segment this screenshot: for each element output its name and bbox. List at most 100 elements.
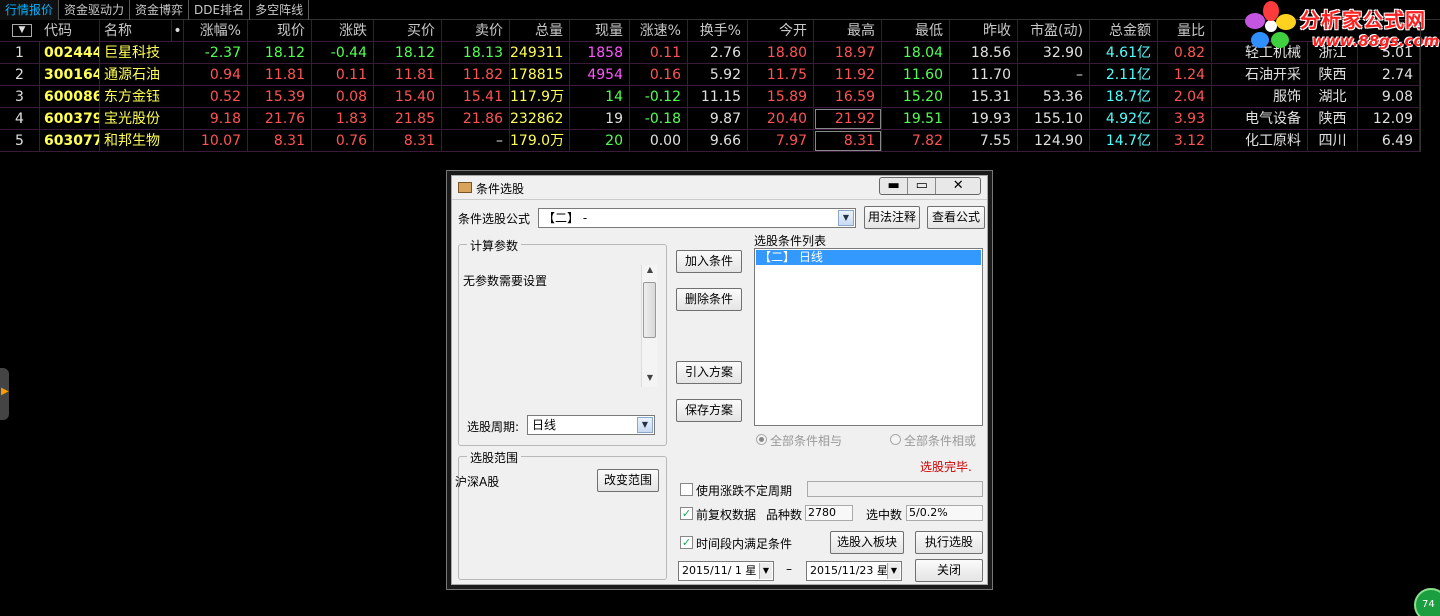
cell-pe: 155.10: [1018, 108, 1090, 130]
tab-long-short[interactable]: 多空阵线: [250, 0, 310, 20]
table-header: ▼ 代码 名称 • 涨幅% 现价 涨跌 买价 卖价 总量 现量 涨速% 换手% …: [0, 20, 1420, 42]
cell-region: 陕西: [1308, 108, 1358, 130]
cell-chg-pct: 10.07: [184, 130, 248, 152]
tab-fund-game[interactable]: 资金博弈: [130, 0, 190, 20]
column-menu-icon[interactable]: ▼: [12, 24, 32, 37]
cell-industry: 化工原料: [1212, 130, 1308, 152]
header-name[interactable]: 名称: [100, 20, 172, 42]
header-vol-ratio[interactable]: 量比: [1158, 20, 1212, 42]
chevron-down-icon[interactable]: ▼: [887, 563, 900, 579]
cell-name: 通源石油: [100, 64, 184, 86]
period-select[interactable]: 日线 ▼: [527, 415, 655, 435]
maximize-button[interactable]: ▭: [908, 178, 937, 194]
variable-period-checkbox[interactable]: [680, 483, 693, 496]
cell-code: 300164: [40, 64, 100, 86]
tab-fund-drive[interactable]: 资金驱动力: [59, 0, 131, 20]
cell-low: 7.82: [882, 130, 950, 152]
delete-condition-button[interactable]: 删除条件: [676, 288, 742, 311]
usage-notes-button[interactable]: 用法注释: [864, 206, 920, 229]
cell-code: 600379: [40, 108, 100, 130]
header-chg[interactable]: 涨跌: [312, 20, 374, 42]
tab-dde-rank[interactable]: DDE排名: [189, 0, 251, 20]
table-row[interactable]: 5 603077 和邦生物 10.07 8.31 0.76 8.31–179.0万 20 0.0…: [0, 130, 1420, 152]
header-code[interactable]: 代码: [40, 20, 100, 42]
tab-quotes[interactable]: 行情报价: [0, 0, 60, 20]
pre-adjusted-label: 前复权数据: [696, 508, 757, 522]
pre-adjusted-checkbox[interactable]: ✓: [680, 507, 693, 520]
header-high[interactable]: 最高: [814, 20, 882, 42]
header-prev-close[interactable]: 昨收: [950, 20, 1018, 42]
save-plan-button[interactable]: 保存方案: [676, 399, 742, 422]
cell-name: 巨星科技: [100, 42, 184, 64]
date-from-picker[interactable]: 2015/11/ 1 星 ▼: [678, 561, 774, 581]
condition-list[interactable]: 【二】 日线: [754, 248, 983, 426]
scroll-down-icon[interactable]: ▼: [642, 373, 658, 387]
condition-list-item[interactable]: 【二】 日线: [756, 250, 981, 265]
header-volume[interactable]: 总量: [510, 20, 570, 42]
cell-industry: 石油开采: [1212, 64, 1308, 86]
logo-brand-text: 分析家公式网: [1300, 8, 1426, 32]
header-chg-pct[interactable]: 涨幅%: [184, 20, 248, 42]
minimize-button[interactable]: ▬: [880, 178, 909, 194]
table-row[interactable]: 2 300164 通源石油 0.94 11.81 0.11 11.81 11.82 178815…: [0, 64, 1420, 86]
header-ask[interactable]: 卖价: [442, 20, 510, 42]
header-price[interactable]: 现价: [248, 20, 312, 42]
header-speed[interactable]: 涨速%: [630, 20, 688, 42]
row-index: 3: [0, 86, 40, 108]
selected-value: 5/0.2%: [906, 505, 983, 521]
cell-pe: 32.90: [1018, 42, 1090, 64]
cell-code: 002444: [40, 42, 100, 64]
formula-select[interactable]: 【二】 - ▼: [538, 208, 856, 228]
cell-region: 陕西: [1308, 64, 1358, 86]
cell-prev-close: 18.56: [950, 42, 1018, 64]
add-condition-button[interactable]: 加入条件: [676, 250, 742, 273]
radio-all-and-label: 全部条件相与: [770, 434, 843, 448]
cell-speed: -0.18: [630, 108, 688, 130]
table-row[interactable]: 1 002444 巨星科技 -2.37 18.12 -0.44 18.12 18.13 2493…: [0, 42, 1420, 64]
table-row[interactable]: 4 600379 宝光股份 9.18 21.76 1.83 21.85 21.86 232862…: [0, 108, 1420, 130]
corner-badge[interactable]: 74: [1414, 588, 1440, 616]
expand-panel-handle[interactable]: ▶: [0, 368, 9, 420]
site-logo: 分析家公式网 www.88gs.com: [1242, 0, 1439, 52]
header-low[interactable]: 最低: [882, 20, 950, 42]
cell-cur-volume: 20: [570, 130, 630, 152]
header-turnover[interactable]: 换手%: [688, 20, 748, 42]
cell-volume: 178815: [510, 64, 570, 86]
scroll-thumb[interactable]: [643, 282, 656, 338]
dialog-titlebar[interactable]: 条件选股 ▬ ▭ ✕: [452, 176, 987, 200]
date-to-picker[interactable]: 2015/11/23 星 ▼: [806, 561, 902, 581]
import-plan-button[interactable]: 引入方案: [676, 361, 742, 384]
header-pe[interactable]: 市盈(动): [1018, 20, 1090, 42]
cell-ask: 21.86: [442, 108, 510, 130]
header-amount[interactable]: 总金额: [1090, 20, 1158, 42]
close-button[interactable]: 关闭: [915, 559, 983, 582]
view-formula-button[interactable]: 查看公式: [927, 206, 985, 229]
header-bid[interactable]: 买价: [374, 20, 442, 42]
change-scope-button[interactable]: 改变范围: [597, 469, 659, 492]
cell-code: 600086: [40, 86, 100, 108]
close-window-button[interactable]: ✕: [936, 178, 980, 194]
header-cur-volume[interactable]: 现量: [570, 20, 630, 42]
chevron-down-icon[interactable]: ▼: [637, 417, 653, 433]
in-period-checkbox[interactable]: ✓: [680, 536, 693, 549]
variable-period-field: [807, 481, 983, 497]
params-scrollbar[interactable]: ▲ ▼: [641, 265, 657, 387]
chevron-down-icon[interactable]: ▼: [838, 210, 854, 226]
radio-all-and[interactable]: [756, 434, 767, 445]
cell-turnover: 9.66: [688, 130, 748, 152]
formula-select-value: 【二】 -: [543, 211, 588, 225]
cell-turnover: 2.76: [688, 42, 748, 64]
to-block-button[interactable]: 选股入板块: [830, 531, 904, 554]
table-row[interactable]: 3 600086 东方金钰 0.52 15.39 0.08 15.40 15.41 117.9万…: [0, 86, 1420, 108]
cell-ask: 18.13: [442, 42, 510, 64]
chevron-down-icon[interactable]: ▼: [759, 563, 772, 579]
scroll-up-icon[interactable]: ▲: [642, 265, 658, 279]
right-scrollbar[interactable]: [1420, 22, 1440, 152]
header-open[interactable]: 今开: [748, 20, 814, 42]
params-text: 无参数需要设置: [463, 274, 548, 288]
radio-all-or[interactable]: [890, 434, 901, 445]
scope-value: 沪深A股: [455, 475, 500, 489]
run-selection-button[interactable]: 执行选股: [915, 531, 983, 554]
cell-price: 18.12: [248, 42, 312, 64]
cell-open: 15.89: [748, 86, 814, 108]
